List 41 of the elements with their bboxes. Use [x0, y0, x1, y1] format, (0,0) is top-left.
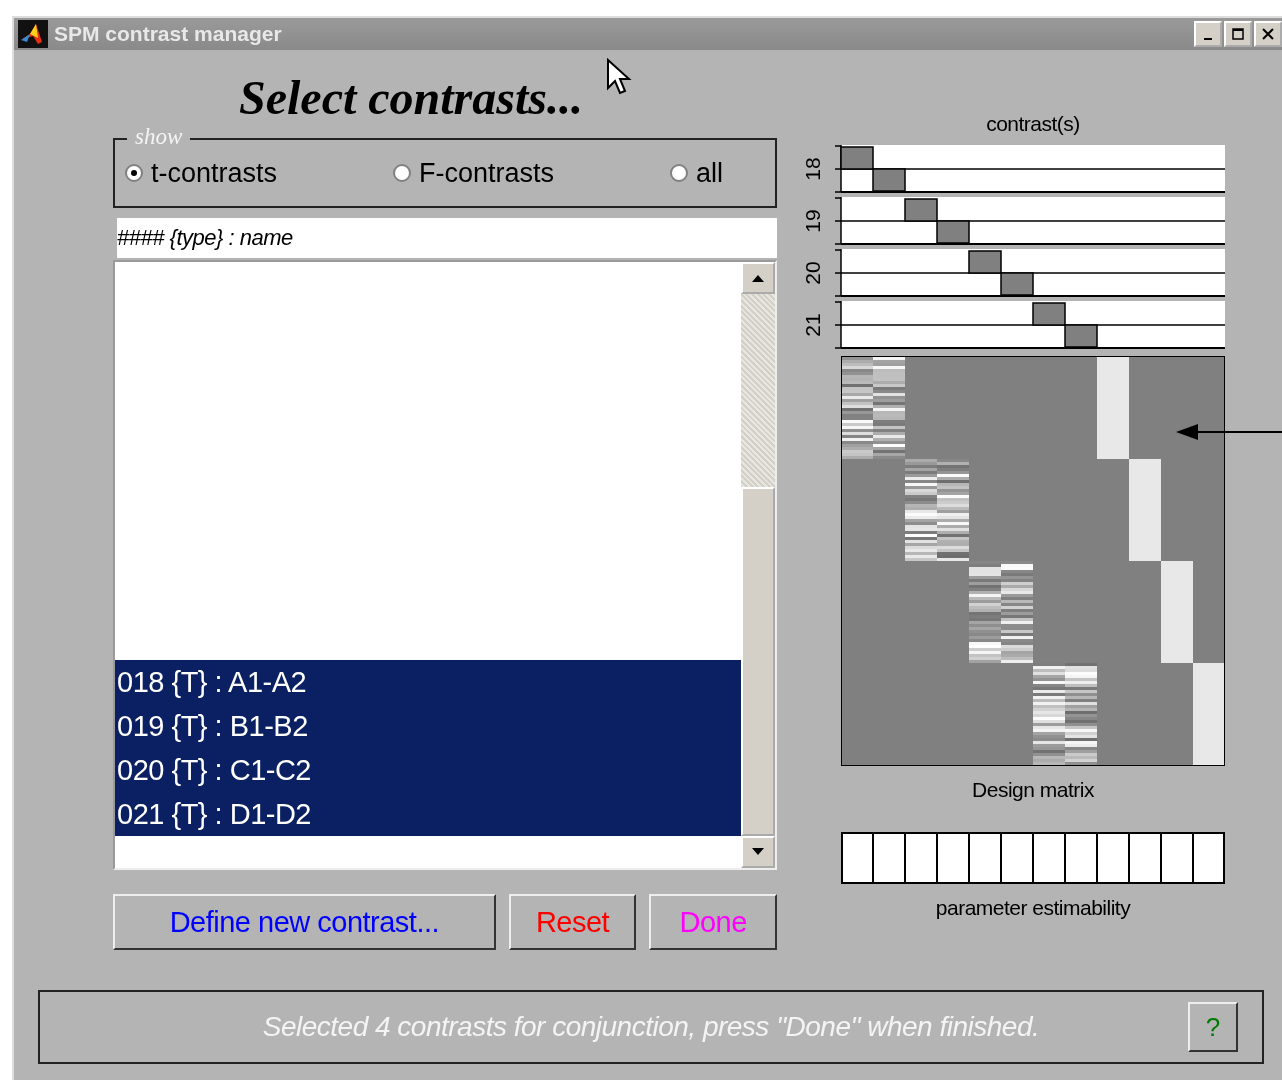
- up-arrow-icon: [752, 274, 764, 282]
- close-button[interactable]: [1254, 21, 1282, 47]
- window-title: SPM contrast manager: [54, 22, 283, 46]
- matrix-caption: Design matrix: [971, 778, 1095, 802]
- list-item[interactable]: 020 {T} : C1-C2: [115, 748, 741, 792]
- scroll-down-button[interactable]: [741, 836, 775, 868]
- scroll-up-button[interactable]: [741, 262, 775, 294]
- dialog-heading: Select contrasts...: [239, 70, 583, 126]
- panel-title: contrast(s): [985, 112, 1081, 136]
- contrast-number: 18: [801, 157, 825, 181]
- radio-option[interactable]: all: [670, 157, 723, 189]
- radio-button[interactable]: [393, 164, 411, 182]
- list-item[interactable]: 021 {T} : D1-D2: [115, 792, 741, 836]
- radio-label: t-contrasts: [151, 157, 278, 189]
- app-icon: [18, 20, 48, 48]
- contrast-number: 21: [801, 313, 825, 337]
- minimize-button[interactable]: [1194, 21, 1222, 47]
- scrollbar[interactable]: [741, 262, 775, 868]
- radio-option[interactable]: t-contrasts: [125, 157, 278, 189]
- radio-label: all: [696, 157, 723, 189]
- mouse-cursor-icon: [606, 58, 632, 96]
- radio-button[interactable]: [670, 164, 688, 182]
- list-item[interactable]: 019 {T} : B1-B2: [115, 704, 741, 748]
- estimability-caption: parameter estimability: [934, 896, 1132, 920]
- radio-option[interactable]: F-contrasts: [393, 157, 555, 189]
- list-item[interactable]: 018 {T} : A1-A2: [115, 660, 741, 704]
- maximize-button[interactable]: [1224, 21, 1252, 47]
- maximize-icon: [1232, 28, 1244, 40]
- radio-button[interactable]: [125, 164, 143, 182]
- scroll-thumb[interactable]: [741, 487, 775, 836]
- action-button[interactable]: Define new contrast...: [113, 894, 496, 950]
- minimize-icon: [1204, 38, 1212, 40]
- close-icon: [1262, 28, 1274, 40]
- contrast-number: 19: [801, 209, 825, 233]
- down-arrow-icon: [752, 848, 764, 856]
- radio-label: F-contrasts: [419, 157, 555, 189]
- list-header: #### {type} : name: [117, 218, 777, 258]
- contrast-number: 20: [801, 261, 825, 285]
- pointer-arrow-icon: [1176, 422, 1282, 442]
- status-message: Selected 4 contrasts for conjunction, press "Done" when finished.: [262, 1011, 1040, 1043]
- contrast-list[interactable]: 018 {T} : A1-A2 019 {T} : B1-B2 020 {T} : C1-C2 021 {T} : D1-D2: [113, 260, 777, 870]
